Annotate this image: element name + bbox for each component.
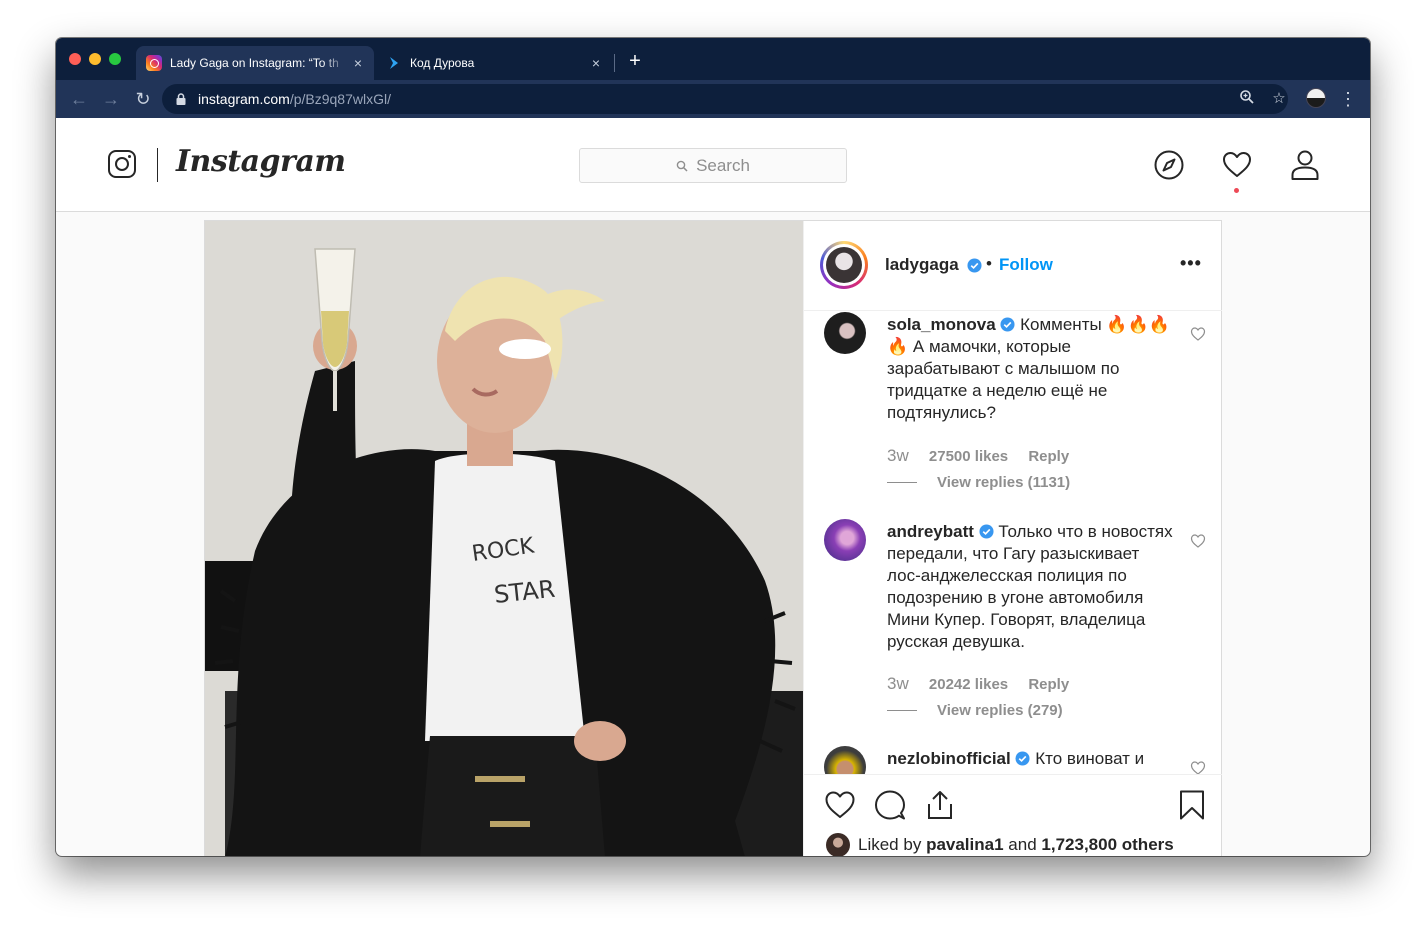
browser-window: Lady Gaga on Instagram: “To th × Код Дур… (56, 38, 1370, 856)
kod-durova-icon (386, 55, 402, 71)
new-tab-button[interactable]: + (624, 50, 646, 72)
comment-text: sola_monova Комменты 🔥🔥🔥🔥 А мамочки, кот… (887, 314, 1177, 424)
comment-age: 3w (887, 674, 909, 693)
liked-by-line: Liked by pavalina1 and 1,723,800 others (826, 833, 1174, 856)
comment-like-icon[interactable] (1190, 533, 1206, 549)
forward-button[interactable]: → (100, 88, 122, 110)
liked-by-joiner: and (1008, 835, 1037, 854)
comment-like-icon[interactable] (1190, 760, 1206, 774)
view-replies-button[interactable]: View replies (1131) (887, 474, 1070, 491)
instagram-header: Instagram Search (56, 118, 1370, 212)
url-path: /p/Bz9q87wlxGl/ (289, 91, 391, 107)
verified-badge-icon (1015, 751, 1030, 766)
post-photo-illustration: ROCK STAR (205, 221, 803, 856)
owner-avatar[interactable] (820, 241, 868, 289)
view-replies-label: View replies (1131) (937, 474, 1071, 491)
tab-title: Код Дурова (410, 56, 475, 70)
comment-avatar[interactable] (824, 746, 866, 774)
share-icon[interactable] (924, 789, 956, 821)
zoom-icon[interactable] (1237, 89, 1257, 109)
url-text: instagram.com/p/Bz9q87wlxGl/ (198, 91, 391, 107)
comment: nezlobinofficial Кто виноват и (804, 746, 1222, 774)
view-replies-label: View replies (279) (937, 702, 1063, 719)
comments-list: sola_monova Комменты 🔥🔥🔥🔥 А мамочки, кот… (804, 312, 1222, 774)
owner-username[interactable]: ladygaga (885, 255, 959, 275)
view-replies-button[interactable]: View replies (279) (887, 702, 1063, 719)
liked-by-prefix: Liked by (858, 835, 922, 854)
comment-meta: 3w 20242 likes Reply (887, 674, 1085, 694)
browser-toolbar: ← → ↻ instagram.com/p/Bz9q87wlxGl/ ☆ ⋮ (56, 80, 1370, 118)
bookmark-icon[interactable] (1176, 789, 1208, 821)
reload-button[interactable]: ↻ (132, 88, 154, 110)
tab-strip: Lady Gaga on Instagram: “To th × Код Дур… (56, 38, 1370, 80)
verified-badge-icon (1000, 317, 1015, 332)
close-tab-icon[interactable]: × (586, 55, 606, 71)
comment-avatar[interactable] (824, 519, 866, 561)
comment-text: andreybatt Только что в новостях передал… (887, 521, 1177, 653)
profile-icon[interactable] (1289, 149, 1321, 181)
post: ROCK STAR ladygaga • Follow ••• sola_mon… (204, 220, 1222, 856)
reply-button[interactable]: Reply (1028, 676, 1069, 693)
comment-username[interactable]: andreybatt (887, 522, 974, 541)
instagram-icon (146, 55, 162, 71)
tab-separator (614, 54, 615, 72)
close-window-button[interactable] (69, 53, 81, 65)
liker-avatar[interactable] (826, 833, 850, 856)
post-actions: Liked by pavalina1 and 1,723,800 others (804, 774, 1222, 856)
logo-divider (157, 148, 158, 182)
post-header: ladygaga • Follow ••• (804, 221, 1222, 311)
dot-separator: • (986, 254, 992, 273)
address-bar[interactable]: instagram.com/p/Bz9q87wlxGl/ ☆ (162, 84, 1288, 114)
url-host: instagram.com (198, 91, 290, 107)
comment-like-icon[interactable] (1190, 326, 1206, 342)
comment-bubble-icon[interactable] (874, 789, 906, 821)
comment-text: nezlobinofficial Кто виноват и (887, 748, 1187, 770)
comment-age: 3w (887, 446, 909, 465)
lock-icon (176, 93, 186, 105)
back-button[interactable]: ← (68, 88, 90, 110)
comment-meta: 3w 27500 likes Reply (887, 446, 1085, 466)
search-placeholder: Search (696, 155, 750, 175)
tab-title: Lady Gaga on Instagram: “To th (170, 56, 339, 70)
instagram-camera-icon[interactable] (108, 150, 136, 178)
minimize-window-button[interactable] (89, 53, 101, 65)
comment-username[interactable]: nezlobinofficial (887, 749, 1011, 768)
notification-dot (1234, 188, 1239, 193)
search-input[interactable]: Search (579, 148, 847, 183)
comment-username[interactable]: sola_monova (887, 315, 996, 334)
follow-button[interactable]: Follow (999, 255, 1053, 275)
post-photo[interactable]: ROCK STAR (205, 221, 803, 856)
liker-username[interactable]: pavalina1 (926, 835, 1004, 855)
liked-by-others[interactable]: 1,723,800 others (1041, 835, 1173, 855)
close-tab-icon[interactable]: × (348, 55, 368, 71)
verified-badge-icon (979, 524, 994, 539)
comment-avatar[interactable] (824, 312, 866, 354)
compass-icon[interactable] (1153, 149, 1185, 181)
reply-button[interactable]: Reply (1028, 448, 1069, 465)
comment-body: Только что в новостях передали, что Гагу… (887, 522, 1173, 651)
comment-likes[interactable]: 27500 likes (929, 448, 1008, 465)
browser-menu-icon[interactable]: ⋮ (1338, 88, 1358, 110)
tab-kod-durova[interactable]: Код Дурова × (376, 46, 612, 80)
comment: andreybatt Только что в новостях передал… (804, 519, 1222, 739)
verified-badge-icon (967, 258, 982, 273)
maximize-window-button[interactable] (109, 53, 121, 65)
post-sidebar: ladygaga • Follow ••• sola_monova Коммен… (803, 221, 1222, 856)
comment-likes[interactable]: 20242 likes (929, 676, 1008, 693)
activity-heart-icon[interactable] (1221, 149, 1253, 181)
browser-profile-avatar[interactable] (1306, 88, 1326, 108)
comment-body: Кто виноват и (1035, 749, 1145, 768)
bookmark-star-icon[interactable]: ☆ (1269, 89, 1289, 109)
tab-instagram[interactable]: Lady Gaga on Instagram: “To th × (136, 46, 374, 80)
search-icon (676, 160, 688, 172)
like-heart-icon[interactable] (824, 789, 856, 821)
comment: sola_monova Комменты 🔥🔥🔥🔥 А мамочки, кот… (804, 312, 1222, 517)
instagram-wordmark[interactable]: Instagram (176, 144, 346, 179)
more-options-icon[interactable]: ••• (1180, 253, 1202, 274)
